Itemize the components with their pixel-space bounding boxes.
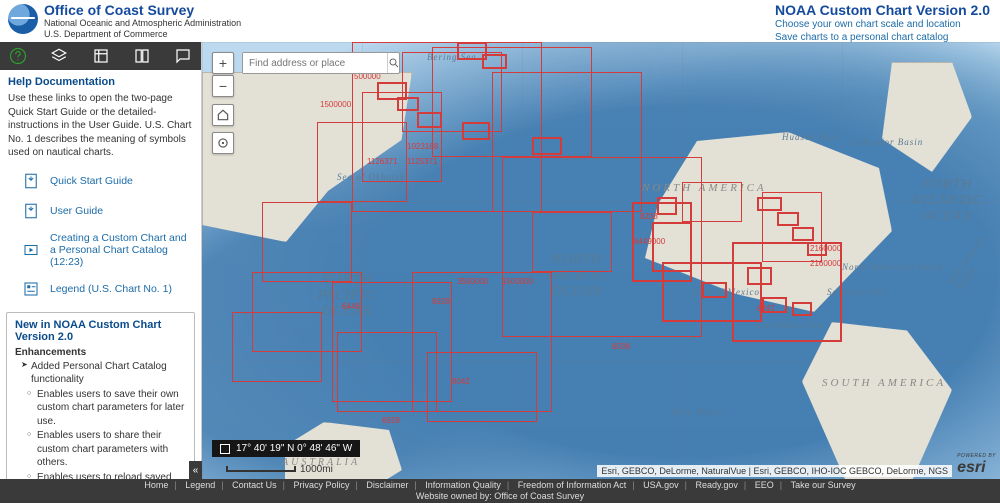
legend-icon (22, 280, 40, 298)
footer-link[interactable]: EEO (752, 480, 777, 490)
link-legend[interactable]: Legend (U.S. Chart No. 1) (8, 274, 193, 304)
whats-new-heading: New in NOAA Custom Chart Version 2.0 (15, 319, 186, 343)
search-box (242, 52, 400, 74)
expand-coord-icon[interactable] (220, 444, 230, 454)
zoom-out-button[interactable]: − (212, 75, 234, 97)
header-left-text: Office of Coast Survey National Oceanic … (44, 2, 241, 40)
help-intro: Use these links to open the two-page Qui… (8, 92, 193, 160)
scale-bar: 1000mi (226, 464, 333, 475)
main: Help Documentation Use these links to op… (0, 42, 1000, 479)
footer-owner: Website owned by: Office of Coast Survey (416, 491, 584, 502)
pdf-icon (22, 202, 40, 220)
agency-sub2: U.S. Department of Commerce (44, 29, 241, 40)
map-attribution: Esri, GEBCO, DeLorme, NaturalVue | Esri,… (597, 465, 952, 477)
link-quickstart[interactable]: Quick Start Guide (8, 166, 193, 196)
footer-link[interactable]: Contact Us (229, 480, 280, 490)
guide-button[interactable] (132, 46, 151, 66)
coord-text: 17° 40' 19" N 0° 48' 46" W (236, 443, 352, 454)
help-panel: Help Documentation Use these links to op… (0, 70, 201, 479)
link-userguide-label: User Guide (50, 205, 103, 217)
side-panel: Help Documentation Use these links to op… (0, 42, 202, 479)
footer-link[interactable]: USA.gov (640, 480, 682, 490)
layers-button[interactable] (49, 46, 68, 66)
link-quickstart-label: Quick Start Guide (50, 175, 133, 187)
list-item: Enables users to reload saved chart para… (27, 471, 186, 480)
app-sub1: Choose your own chart scale and location (775, 18, 990, 31)
collapse-panel-button[interactable]: « (189, 461, 202, 479)
footer: Home| Legend| Contact Us| Privacy Policy… (0, 479, 1000, 503)
footer-link[interactable]: Ready.gov (693, 480, 741, 490)
app-header: Office of Coast Survey National Oceanic … (0, 0, 1000, 42)
footer-link[interactable]: Legend (182, 480, 218, 490)
scale-text: 1000mi (300, 464, 333, 475)
noaa-logo-icon (8, 4, 38, 34)
zoom-in-button[interactable]: + (212, 52, 234, 74)
footer-links: Home| Legend| Contact Us| Privacy Policy… (141, 480, 858, 491)
locate-button[interactable] (212, 132, 234, 154)
link-creating-label: Creating a Custom Chart and a Personal C… (50, 232, 191, 268)
search-submit-button[interactable] (387, 53, 400, 73)
link-userguide[interactable]: User Guide (8, 196, 193, 226)
search-input[interactable] (243, 53, 387, 73)
agency-title: Office of Coast Survey (44, 2, 241, 18)
feedback-button[interactable] (174, 46, 193, 66)
enhancements-list: Added Personal Chart Catalog functionali… (15, 360, 186, 480)
footer-link[interactable]: Disclaimer (363, 480, 411, 490)
list-item: Enables users to share their custom char… (27, 429, 186, 470)
side-toolbar (0, 42, 201, 70)
home-extent-button[interactable] (212, 104, 234, 126)
footer-link[interactable]: Information Quality (422, 480, 504, 490)
footer-link[interactable]: Privacy Policy (291, 480, 353, 490)
catalog-button[interactable] (91, 46, 110, 66)
agency-sub1: National Oceanic and Atmospheric Adminis… (44, 18, 241, 29)
whats-new-box: New in NOAA Custom Chart Version 2.0 Enh… (6, 312, 195, 480)
header-left: Office of Coast Survey National Oceanic … (8, 2, 241, 40)
app-title: NOAA Custom Chart Version 2.0 (775, 2, 990, 18)
help-heading: Help Documentation (8, 76, 193, 88)
map-canvas[interactable]: NORTH PACIFIC OCEAN NORTH PACIFIC OCEAN … (202, 42, 1000, 479)
enhancements-heading: Enhancements (15, 347, 186, 358)
link-creating[interactable]: Creating a Custom Chart and a Personal C… (8, 226, 193, 274)
help-button[interactable] (8, 46, 27, 66)
coordinate-readout: 17° 40' 19" N 0° 48' 46" W (212, 440, 360, 457)
list-item: Enables users to save their own custom c… (27, 388, 186, 429)
header-right: NOAA Custom Chart Version 2.0 Choose you… (775, 2, 990, 44)
esri-logo: POWERED BYesri (957, 453, 996, 477)
footer-link[interactable]: Take our Survey (788, 480, 859, 490)
footer-link[interactable]: Home (141, 480, 171, 490)
pdf-icon (22, 172, 40, 190)
link-legend-label: Legend (U.S. Chart No. 1) (50, 283, 172, 295)
footer-link[interactable]: Freedom of Information Act (515, 480, 630, 490)
list-item: Added Personal Chart Catalog functionali… (21, 360, 186, 387)
video-icon (22, 241, 40, 259)
